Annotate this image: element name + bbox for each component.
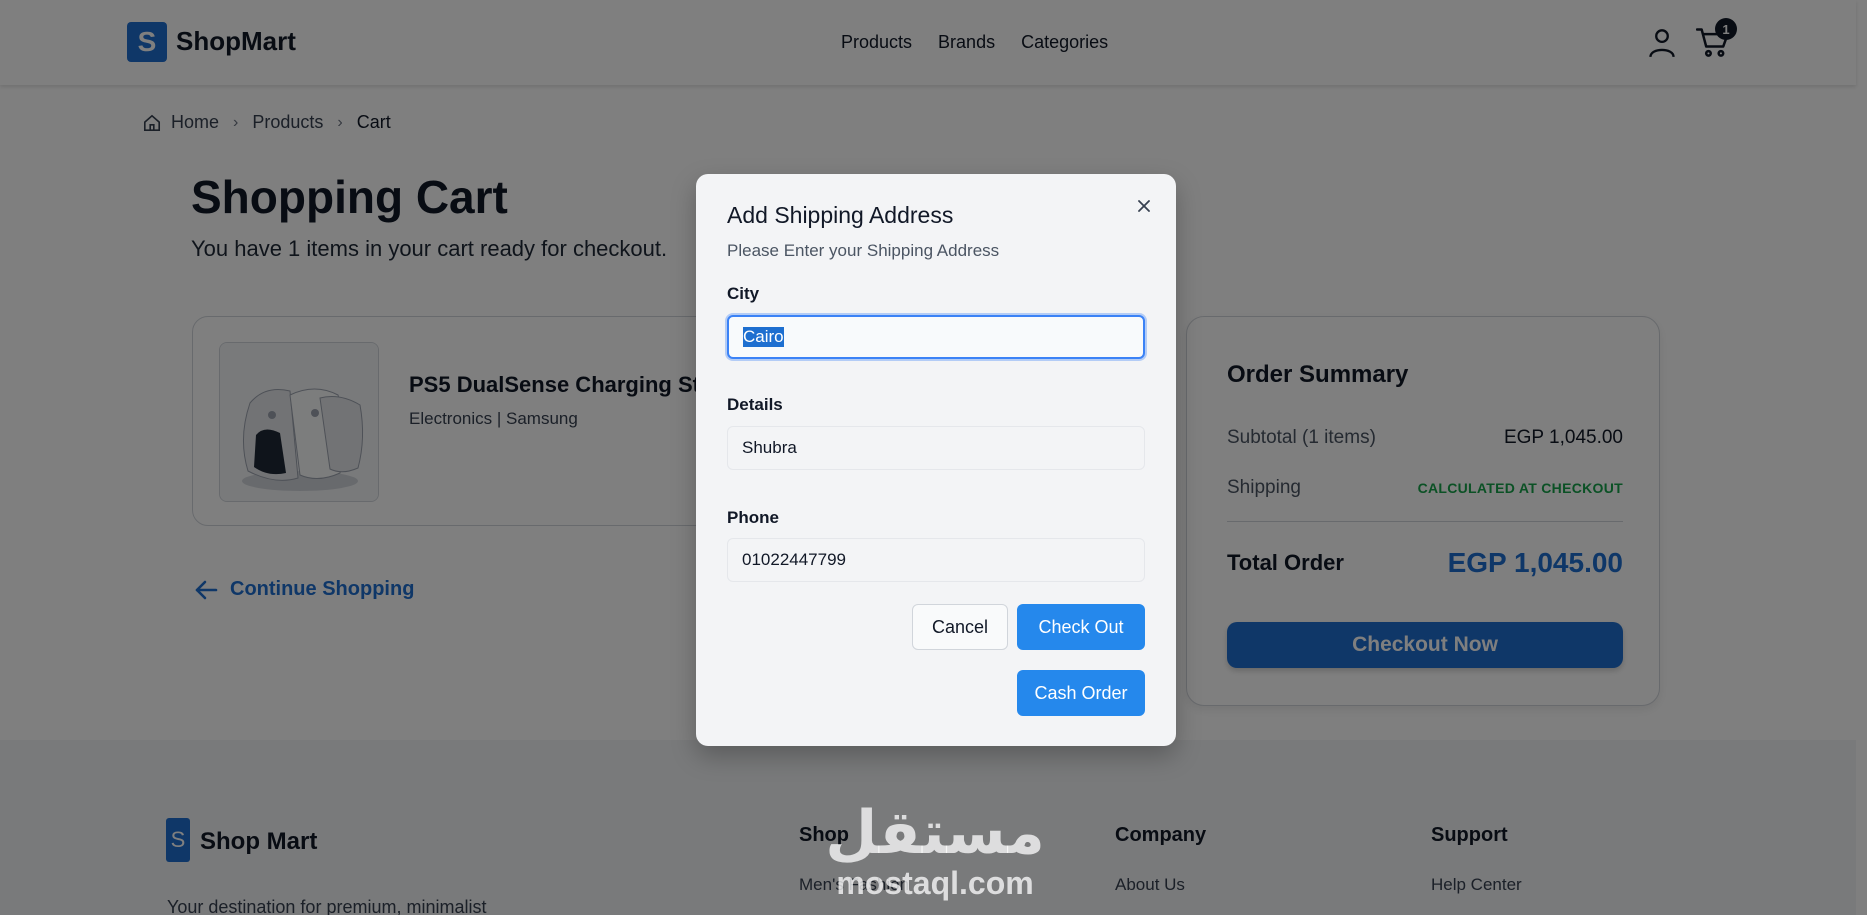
details-label: Details (727, 395, 783, 414)
phone-label: Phone (727, 508, 779, 527)
dialog-title: Add Shipping Address (727, 202, 954, 228)
close-icon[interactable] (1134, 196, 1154, 216)
dialog-subtitle: Please Enter your Shipping Address (727, 241, 1000, 260)
check-out-button[interactable]: Check Out (1017, 604, 1145, 650)
cancel-button[interactable]: Cancel (912, 604, 1008, 650)
city-label: City (727, 284, 760, 303)
cash-order-button[interactable]: Cash Order (1017, 670, 1145, 716)
phone-input[interactable] (727, 538, 1145, 582)
details-input[interactable] (727, 426, 1145, 470)
shipping-address-dialog: Add Shipping Address Please Enter your S… (696, 174, 1176, 746)
city-input[interactable] (727, 315, 1145, 359)
